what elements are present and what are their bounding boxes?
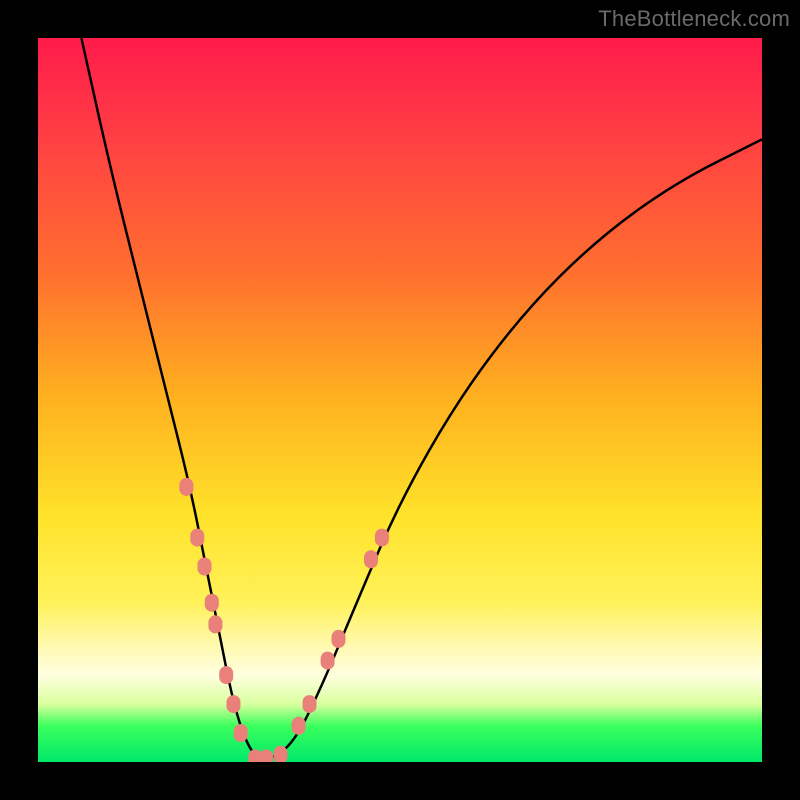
data-marker — [332, 630, 346, 648]
chart-frame: TheBottleneck.com — [0, 0, 800, 800]
data-markers — [179, 478, 389, 762]
data-marker — [205, 594, 219, 612]
data-marker — [190, 529, 204, 547]
data-marker — [227, 695, 241, 713]
curve-line — [81, 38, 762, 758]
data-marker — [303, 695, 317, 713]
data-marker — [219, 666, 233, 684]
data-marker — [375, 529, 389, 547]
data-marker — [292, 717, 306, 735]
data-marker — [274, 746, 288, 762]
plot-area — [38, 38, 762, 762]
watermark-text: TheBottleneck.com — [598, 6, 790, 32]
chart-svg — [38, 38, 762, 762]
data-marker — [208, 615, 222, 633]
data-marker — [198, 558, 212, 576]
data-marker — [259, 749, 273, 762]
data-marker — [364, 550, 378, 568]
data-marker — [179, 478, 193, 496]
data-marker — [321, 652, 335, 670]
bottleneck-curve — [81, 38, 762, 758]
data-marker — [234, 724, 248, 742]
